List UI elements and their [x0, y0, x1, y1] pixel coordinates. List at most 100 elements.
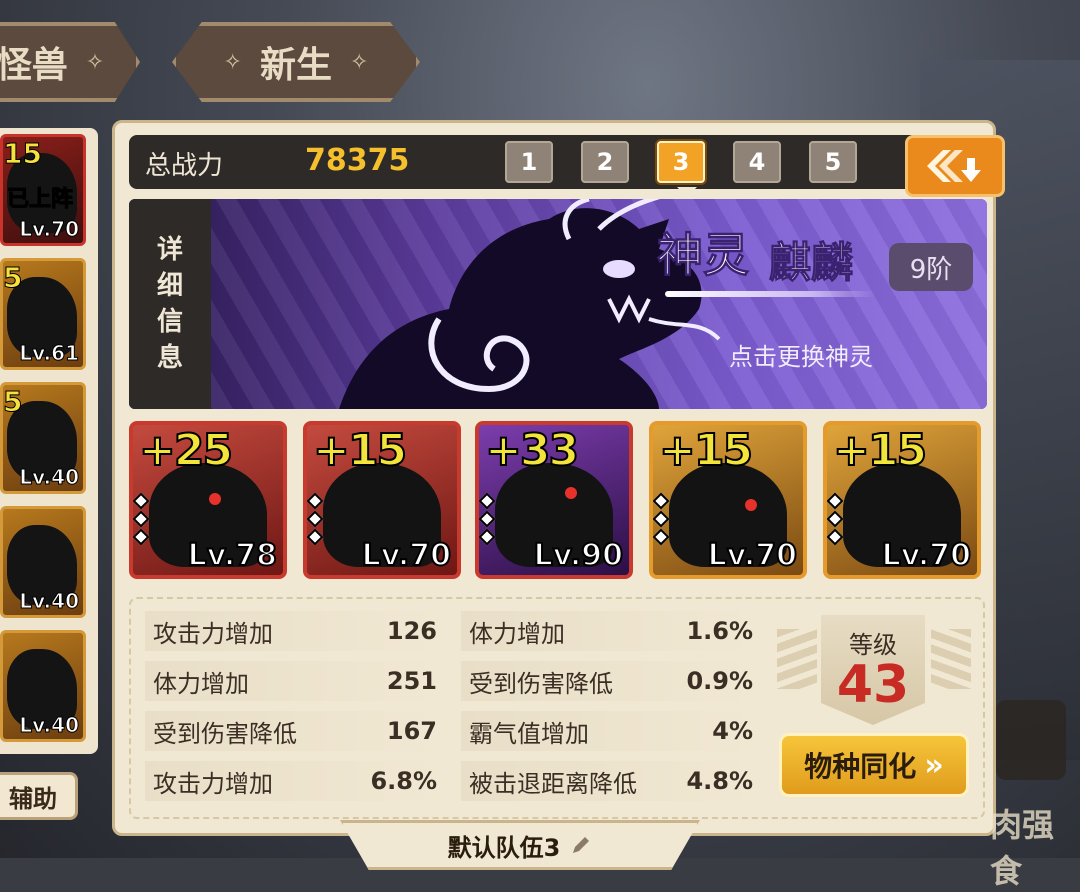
stat-name: 攻击力增加 [153, 769, 273, 798]
slot-diamonds [827, 492, 845, 546]
hero-level: Lv.90 [533, 537, 624, 574]
level-badge: 等级 43 [821, 615, 925, 725]
assist-label: 辅助 [9, 784, 57, 813]
stat-name: 体力增加 [153, 669, 249, 698]
stat-value: 6.8% [370, 767, 437, 795]
power-bar: 总战力 78375 1 2 3 4 5 [129, 135, 1005, 197]
team-name-tab[interactable]: 默认队伍3 [340, 820, 700, 870]
species-assimilate-button[interactable]: 物种同化 » [779, 733, 969, 797]
active-team-pointer [677, 187, 697, 197]
roster-level: Lv.61 [19, 341, 80, 366]
team-button-4[interactable]: 4 [733, 141, 781, 183]
stat-value: 251 [386, 667, 437, 695]
tab-newborn-label: 新生 [259, 45, 332, 86]
spirit-category: 神灵 [657, 228, 750, 283]
swap-cards-icon [927, 150, 981, 182]
roster-level: Lv.40 [19, 465, 80, 490]
stat-value: 1.6% [686, 617, 753, 645]
level-value: 43 [836, 655, 910, 715]
roster-card[interactable]: Lv.40 [0, 506, 86, 618]
hero-level: Lv.70 [707, 537, 798, 574]
roster-card[interactable]: Lv.40 [0, 630, 86, 742]
spirit-banner[interactable]: 详 细 信 息 神灵 麒麟 9阶 点击更换神灵 [129, 199, 987, 409]
tab-newborn[interactable]: ✧ 新生 ✧ [172, 22, 420, 102]
roster-level: Lv.70 [19, 217, 80, 242]
stat-name: 受到伤害降低 [153, 719, 297, 748]
team-button-3[interactable]: 3 [657, 141, 705, 183]
roster-card[interactable]: 5 Lv.61 [0, 258, 86, 370]
detail-char: 详 [156, 235, 183, 265]
stat-value: 167 [386, 717, 437, 745]
assimilate-label: 物种同化 [804, 750, 917, 783]
stat-value: 4.8% [686, 767, 753, 795]
team-panel: 总战力 78375 1 2 3 4 5 详 细 信 息 神灵 麒麟 9阶 点击更… [112, 120, 1005, 836]
stat-name: 被击退距离降低 [469, 769, 637, 798]
slot-diamonds [653, 492, 671, 546]
team-button-1[interactable]: 1 [505, 141, 553, 183]
hero-card[interactable]: +33 Lv.90 [475, 421, 633, 579]
total-power-value: 78375 [305, 143, 410, 178]
roster-list[interactable]: 15 已上阵 Lv.70 5 Lv.61 5 Lv.40 Lv.40 Lv.40 [0, 128, 98, 754]
stat-row: 受到伤害降低 167 [145, 711, 445, 751]
deployed-badge: 已上阵 [6, 187, 74, 213]
slot-diamonds [133, 492, 151, 546]
roster-plus: 5 [3, 261, 23, 295]
roster-card[interactable]: 5 Lv.40 [0, 382, 86, 494]
stat-row: 攻击力增加 6.8% [145, 761, 445, 801]
stat-row: 被击退距离降低 4.8% [461, 761, 761, 801]
detail-char: 信 [156, 307, 183, 337]
hero-level: Lv.78 [187, 537, 278, 574]
stat-name: 体力增加 [469, 619, 565, 648]
hero-level: Lv.70 [881, 537, 972, 574]
slot-diamonds [307, 492, 325, 546]
tab-monster-label: 怪兽 [0, 45, 68, 86]
spirit-rank-badge: 9阶 [889, 243, 973, 291]
hero-plus: +33 [484, 425, 580, 477]
hero-card[interactable]: +15 Lv.70 [303, 421, 461, 579]
hero-card[interactable]: +15 Lv.70 [649, 421, 807, 579]
pencil-icon [573, 837, 590, 853]
level-wing-left [777, 629, 817, 689]
hero-plus: +15 [312, 425, 408, 477]
team-button-2[interactable]: 2 [581, 141, 629, 183]
hero-plus: +15 [658, 425, 754, 477]
roster-level: Lv.40 [19, 589, 80, 614]
roster-level: Lv.40 [19, 713, 80, 738]
event-label: 肉强食 [990, 806, 1055, 890]
detail-info-tab[interactable]: 详 细 信 息 [129, 199, 211, 409]
hero-card[interactable]: +25 Lv.78 [129, 421, 287, 579]
hero-level: Lv.70 [361, 537, 452, 574]
double-chevron-icon: » [924, 747, 944, 783]
assist-button[interactable]: 辅助 [0, 772, 78, 820]
roster-plus: 5 [3, 385, 23, 419]
level-wing-right [931, 629, 971, 689]
team-name-label: 默认队伍3 [447, 833, 561, 862]
roster-plus: 15 [3, 137, 42, 171]
stat-name: 霸气值增加 [469, 719, 589, 748]
stat-name: 攻击力增加 [153, 619, 273, 648]
spirit-name: 麒麟 [768, 238, 854, 288]
stat-row: 体力增加 251 [145, 661, 445, 701]
hero-card[interactable]: +15 Lv.70 [823, 421, 981, 579]
spirit-underline [665, 291, 875, 297]
stat-value: 126 [386, 617, 437, 645]
tab-monster[interactable]: 怪兽 ✧ [0, 22, 140, 102]
event-icon[interactable] [996, 700, 1066, 780]
stat-name: 受到伤害降低 [469, 669, 613, 698]
roster-card[interactable]: 15 已上阵 Lv.70 [0, 134, 86, 246]
team-stats: 攻击力增加 126 体力增加 251 受到伤害降低 167 攻击力增加 6.8%… [129, 597, 985, 819]
stat-row: 霸气值增加 4% [461, 711, 761, 751]
switch-team-button[interactable] [905, 135, 1005, 197]
ornament-icon: ✧ [85, 49, 105, 75]
stat-row: 受到伤害降低 0.9% [461, 661, 761, 701]
stat-row: 体力增加 1.6% [461, 611, 761, 651]
detail-char: 息 [156, 343, 183, 373]
stat-value: 4% [712, 717, 753, 745]
ornament-icon: ✧ [223, 49, 242, 75]
change-spirit-hint[interactable]: 点击更换神灵 [729, 337, 873, 372]
hero-plus: +15 [832, 425, 928, 477]
team-button-5[interactable]: 5 [809, 141, 857, 183]
ornament-icon: ✧ [350, 49, 369, 75]
stat-value: 0.9% [686, 667, 753, 695]
stat-row: 攻击力增加 126 [145, 611, 445, 651]
